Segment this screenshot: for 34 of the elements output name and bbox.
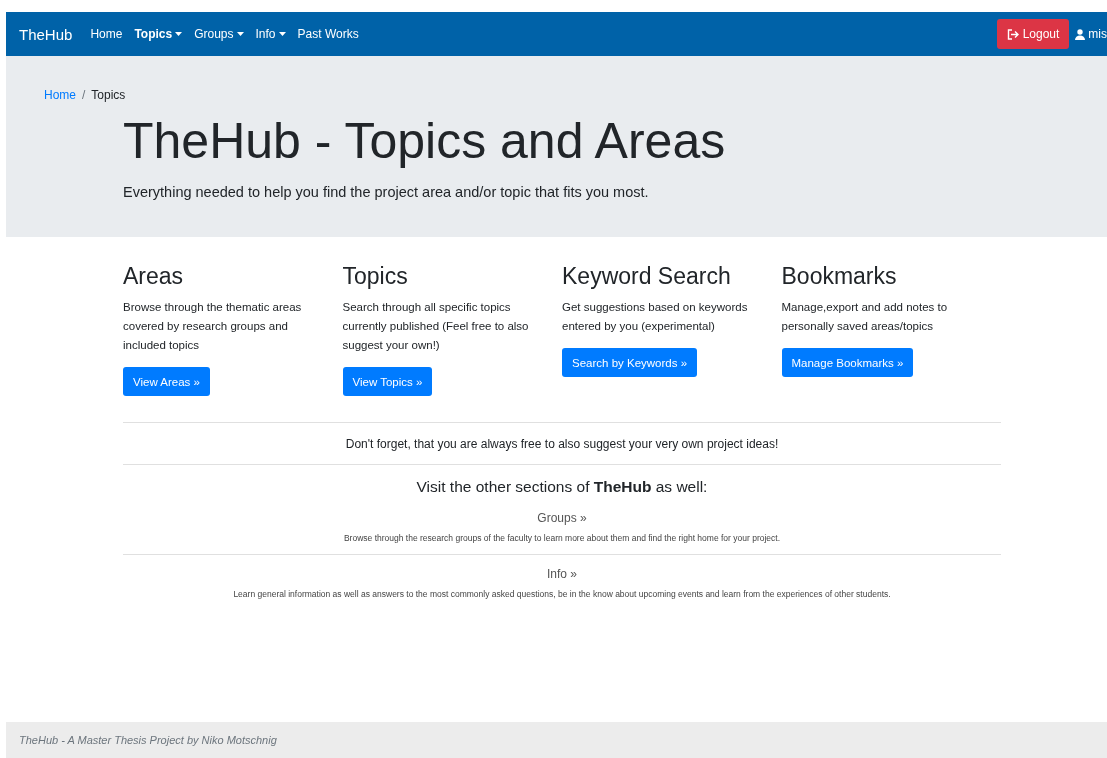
section-link[interactable]: Groups » xyxy=(537,511,587,525)
card-title: Areas xyxy=(123,263,185,290)
nav-link[interactable]: Topics xyxy=(128,27,189,41)
nav-link[interactable]: Home xyxy=(84,27,129,41)
card-text: Browse through the thematic areas covered by research groups and included topics xyxy=(123,300,303,353)
nav-link[interactable]: Past Works xyxy=(291,27,365,41)
card-button[interactable]: Manage Bookmarks » xyxy=(781,348,914,377)
nav-link[interactable]: Groups xyxy=(188,27,250,41)
breadcrumb-item[interactable]: Home xyxy=(44,88,76,102)
page-title: TheHub - Topics and Areas xyxy=(123,112,727,170)
section-link[interactable]: Info » xyxy=(547,567,577,581)
section-text: Browse through the research groups of the faculty to learn more about them and find the right home for your project. xyxy=(342,532,782,545)
logout-button[interactable]: Logout xyxy=(996,19,1070,49)
breadcrumb-separator: / xyxy=(82,88,86,102)
breadcrumb-item[interactable]: Topics xyxy=(91,88,126,102)
page-subtitle: Everything needed to help you find the project area and/or topic that fits you most. xyxy=(123,184,650,200)
footer-text: TheHub - A Master Thesis Project by Niko Motschnig xyxy=(19,734,277,746)
card-button[interactable]: View Areas » xyxy=(123,367,210,396)
card-text: Get suggestions based on keywords entered by you (experimental) xyxy=(562,300,749,334)
sections-heading: Visit the other sections of TheHub as well: xyxy=(415,477,709,497)
nav-link[interactable]: Info xyxy=(249,27,292,41)
brand[interactable]: TheHub xyxy=(19,25,73,43)
card-button[interactable]: Search by Keywords » xyxy=(562,348,698,377)
card-title: Topics xyxy=(342,263,409,290)
notice-text: Don't forget, that you are always free to also suggest your very own project ideas! xyxy=(344,436,780,453)
section-text: Learn general information as well as answers to the most commonly asked questions, be in the know about upcoming events and learn from the experiences of other students. xyxy=(232,588,892,601)
user-icon xyxy=(1075,28,1086,40)
card-button[interactable]: View Topics » xyxy=(342,367,433,396)
card-title: Keyword Search xyxy=(562,263,732,290)
card-title: Bookmarks xyxy=(781,263,898,290)
card-text: Manage,export and add notes to personally saved areas/topics xyxy=(781,300,949,334)
user-menu[interactable]: mis xyxy=(1075,27,1107,41)
card-text: Search through all specific topics currently published (Feel free to also suggest your own!) xyxy=(342,300,530,353)
logout-icon xyxy=(1006,28,1019,40)
